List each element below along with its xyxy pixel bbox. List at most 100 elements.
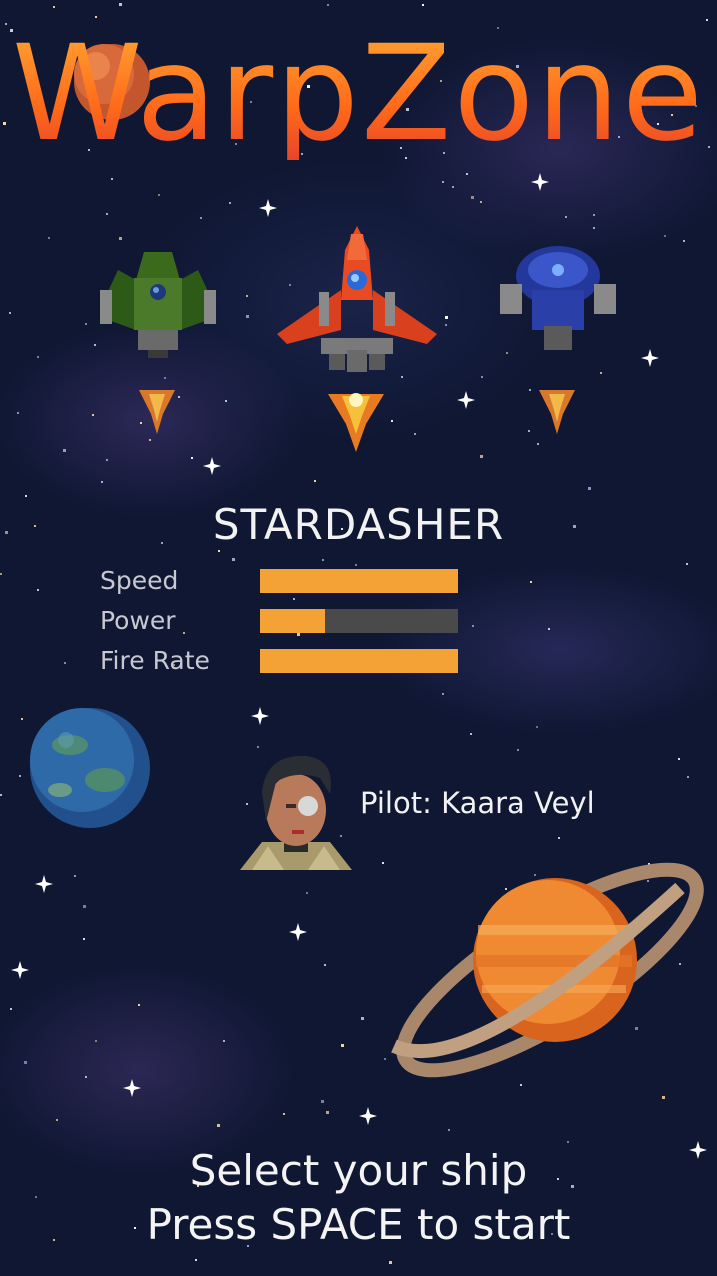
game-title: WarpZone: [0, 28, 717, 160]
star: [448, 1129, 450, 1131]
sparkle-star: [359, 1107, 377, 1125]
green-ship[interactable]: [100, 252, 216, 358]
sparkle-star: [457, 391, 475, 409]
star: [25, 495, 27, 497]
star: [140, 422, 142, 424]
star: [635, 1027, 638, 1030]
star: [48, 237, 50, 239]
star: [232, 558, 235, 561]
star: [529, 389, 531, 391]
star: [74, 875, 76, 877]
star: [321, 1100, 324, 1103]
star: [530, 581, 532, 583]
star: [119, 3, 122, 6]
star: [21, 718, 23, 720]
star: [0, 573, 2, 575]
star: [200, 217, 202, 219]
stat-row-fire-rate: Fire Rate: [100, 646, 500, 676]
star: [64, 662, 66, 664]
star: [257, 746, 259, 748]
star: [223, 1040, 225, 1042]
star: [322, 559, 324, 561]
star: [520, 1084, 522, 1086]
star: [528, 430, 530, 432]
star: [225, 400, 227, 402]
stat-label: Fire Rate: [100, 646, 210, 675]
blue-ship[interactable]: [500, 246, 616, 350]
red-ship-flame: [328, 393, 384, 452]
star: [56, 1119, 58, 1121]
star: [391, 420, 393, 422]
star: [158, 194, 160, 196]
star: [37, 356, 39, 358]
sparkle-star: [203, 457, 221, 475]
star: [548, 628, 550, 630]
star: [85, 1076, 87, 1078]
star: [466, 173, 468, 175]
sparkle-star: [641, 349, 659, 367]
stat-bar-fill: [260, 569, 458, 593]
star: [283, 1113, 285, 1115]
stat-label: Speed: [100, 566, 179, 595]
star: [106, 459, 108, 461]
star: [229, 202, 231, 204]
star: [63, 449, 66, 452]
pilot-name: Pilot: Kaara Veyl: [360, 786, 595, 820]
star: [534, 874, 536, 876]
star: [664, 235, 666, 237]
star: [706, 19, 708, 21]
game-screen: WarpZone STARDASHER Speed Power Fire Rat…: [0, 0, 717, 1276]
sparkle-star: [123, 1079, 141, 1097]
stat-row-speed: Speed: [100, 566, 500, 596]
sparkle-star: [289, 923, 307, 941]
sparkle-star: [11, 961, 29, 979]
star: [600, 372, 602, 374]
star: [341, 1044, 344, 1047]
select-ship-prompt: Select your ship: [189, 1146, 528, 1195]
star: [94, 344, 96, 346]
star: [92, 414, 94, 416]
star: [306, 892, 308, 894]
star: [480, 455, 483, 458]
star: [149, 439, 151, 441]
star: [588, 487, 591, 490]
star: [567, 1141, 569, 1143]
stat-label: Power: [100, 606, 176, 635]
star: [471, 196, 474, 199]
star: [293, 598, 295, 600]
star: [95, 1040, 97, 1042]
star: [662, 1096, 665, 1099]
star: [558, 837, 560, 839]
star: [389, 1261, 392, 1264]
star: [246, 295, 248, 297]
star: [0, 794, 2, 796]
stat-bar-fill: [260, 609, 326, 633]
ringed-planet: [391, 862, 704, 1078]
stat-row-power: Power: [100, 606, 500, 636]
star: [361, 1017, 364, 1020]
star: [35, 1196, 37, 1198]
sparkle-star: [531, 173, 549, 191]
star: [327, 4, 329, 6]
ship-name: STARDASHER: [212, 500, 505, 549]
stat-bar-track: [260, 649, 458, 673]
star: [138, 1004, 140, 1006]
star: [246, 803, 248, 805]
earth-planet: [30, 708, 150, 828]
star: [679, 963, 681, 965]
pilot-portrait: [240, 755, 352, 870]
space-background: [0, 3, 710, 1264]
red-ship[interactable]: [277, 226, 437, 372]
star: [445, 324, 447, 326]
star: [289, 284, 291, 286]
star: [686, 563, 688, 565]
star: [53, 6, 55, 8]
star: [537, 443, 539, 445]
sparkle-star: [251, 707, 269, 725]
star: [593, 214, 595, 216]
star: [384, 1058, 386, 1060]
star: [452, 186, 454, 188]
star: [37, 589, 39, 591]
stat-bar-track: [260, 609, 458, 633]
star: [101, 481, 103, 483]
